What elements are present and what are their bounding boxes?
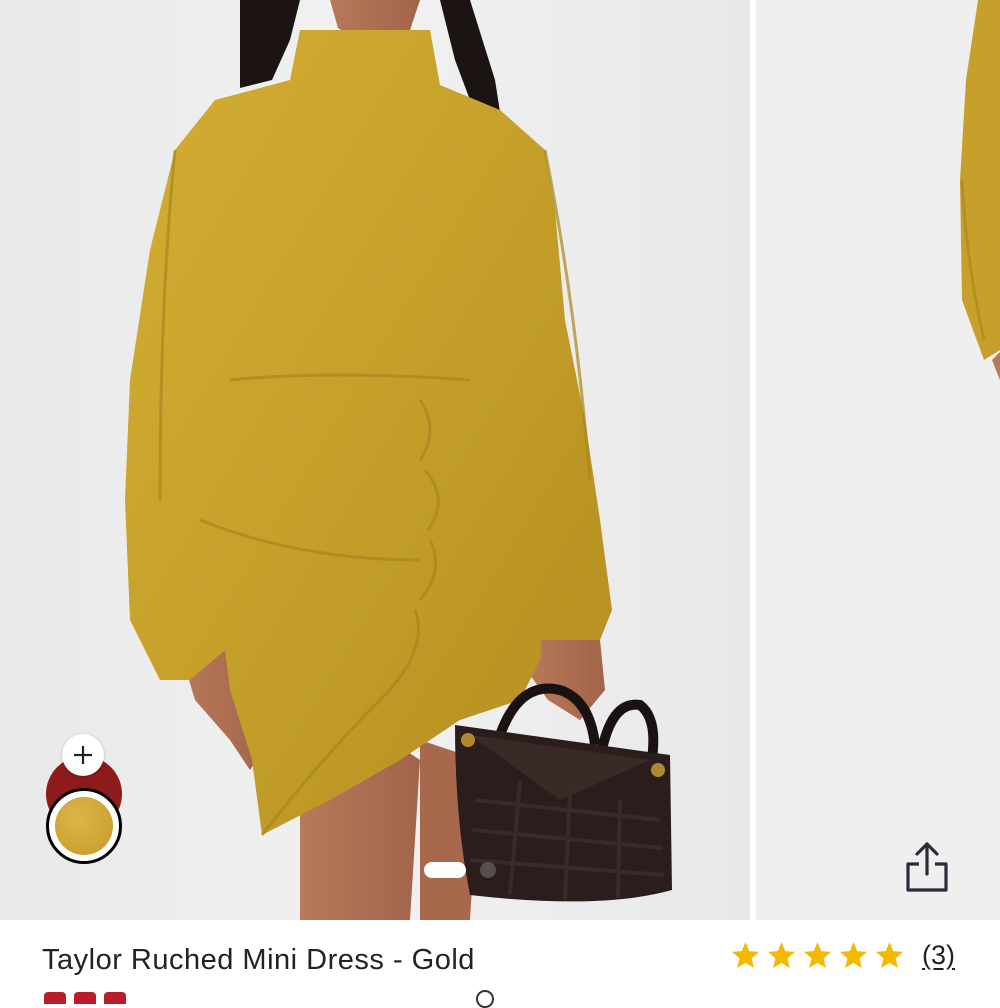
star-rating[interactable]: [730, 940, 905, 971]
star-icon: [839, 941, 868, 969]
product-image-next[interactable]: [756, 0, 1000, 920]
swatch-gold-selected[interactable]: [46, 788, 122, 864]
share-icon: [906, 842, 948, 892]
share-button[interactable]: [898, 838, 956, 896]
color-swatch-selector[interactable]: [42, 734, 126, 866]
pagination-dot[interactable]: [480, 862, 496, 878]
star-icon: [875, 941, 904, 969]
pagination-dot-active[interactable]: [424, 862, 466, 878]
plus-icon: [74, 746, 92, 764]
star-icon: [803, 941, 832, 969]
star-icon: [731, 941, 760, 969]
product-title: Taylor Ruched Mini Dress - Gold: [42, 944, 475, 976]
swatch-gold-fill: [55, 797, 113, 855]
review-count-link[interactable]: (3): [922, 940, 955, 971]
star-icon: [767, 941, 796, 969]
info-icon[interactable]: [476, 990, 494, 1008]
product-image-gallery[interactable]: [0, 0, 1000, 920]
carousel-pagination: [424, 862, 496, 878]
add-color-button[interactable]: [62, 734, 104, 776]
model-photo-next: [756, 0, 1000, 920]
price-partial: [44, 992, 184, 1004]
